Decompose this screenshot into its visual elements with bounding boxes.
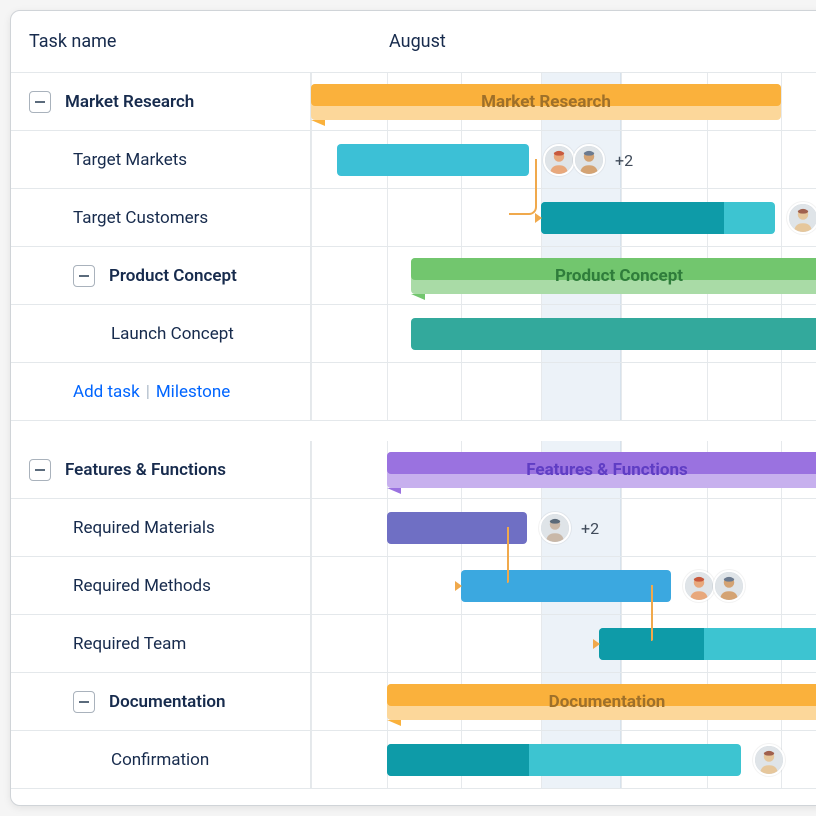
row-label-cell[interactable]: Confirmation [11, 731, 311, 788]
task-row-req-methods: Required Methods [11, 557, 816, 615]
dependency-arrow-icon [593, 639, 600, 649]
timeline-cell[interactable]: Market Research [311, 73, 816, 130]
task-bar-target-markets[interactable] [337, 144, 529, 176]
row-label: Target Customers [73, 208, 208, 228]
row-label: Market Research [65, 92, 194, 112]
collapse-toggle[interactable] [73, 265, 95, 287]
task-bar-req-methods[interactable] [461, 570, 671, 602]
add-milestone-label[interactable]: Milestone [156, 382, 230, 402]
avatar[interactable] [683, 570, 715, 602]
avatar[interactable] [787, 202, 816, 234]
assignee-avatars[interactable] [683, 570, 745, 602]
task-row-req-team: Required Team [11, 615, 816, 673]
task-bar-req-materials[interactable] [387, 512, 527, 544]
assignee-avatars[interactable]: +2 [539, 512, 599, 544]
task-row-req-materials: Required Materials +2 [11, 499, 816, 557]
assignee-avatars[interactable] [753, 744, 785, 776]
dependency-arrow-icon [455, 581, 462, 591]
row-label-cell[interactable]: Add task | Milestone [11, 363, 311, 420]
row-label: Required Materials [73, 518, 215, 538]
task-bar-confirmation[interactable] [387, 744, 741, 776]
timeline-cell[interactable]: Product Concept [311, 247, 816, 304]
timeline-cell[interactable]: +2 [311, 499, 816, 556]
avatar[interactable] [543, 144, 575, 176]
task-row-target-markets: Target Markets +2 [11, 131, 816, 189]
row-label-cell[interactable]: Launch Concept [11, 305, 311, 362]
add-row: Add task | Milestone [11, 363, 816, 421]
row-label-cell[interactable]: Product Concept [11, 247, 311, 304]
dependency-connector [507, 527, 509, 583]
dependency-arrow-icon [535, 213, 542, 223]
summary-bar-documentation[interactable]: Documentation [387, 684, 816, 720]
collapse-toggle[interactable] [29, 459, 51, 481]
summary-bar-market-research[interactable]: Market Research [311, 84, 781, 120]
timeline-cell[interactable]: Features & Functions [311, 441, 816, 498]
timeline-cell[interactable] [311, 615, 816, 672]
timeline-cell[interactable] [311, 731, 816, 788]
task-row-product-concept: Product Concept Product Concept [11, 247, 816, 305]
row-label: Features & Functions [65, 460, 226, 480]
row-label: Launch Concept [111, 324, 234, 344]
timeline-cell[interactable] [311, 305, 816, 362]
row-label-cell[interactable]: Features & Functions [11, 441, 311, 498]
summary-bar-label: Market Research [481, 92, 611, 112]
task-bar-req-team[interactable] [599, 628, 816, 660]
row-label: Required Methods [73, 576, 211, 596]
timeline-cell[interactable] [311, 557, 816, 614]
row-label-cell[interactable]: Required Methods [11, 557, 311, 614]
gantt-chart: Task name August Market ResearchMarket R… [10, 10, 816, 806]
summary-bar-product-concept[interactable]: Product Concept [411, 258, 816, 294]
task-row-confirmation: Confirmation [11, 731, 816, 789]
gantt-body: Market Research Market Research Target Mar… [11, 73, 816, 789]
separator: | [146, 382, 150, 402]
progress-fill [541, 202, 724, 234]
task-row-launch-concept: Launch Concept [11, 305, 816, 363]
summary-bar-label: Documentation [549, 692, 666, 712]
row-label-cell[interactable]: Target Customers [11, 189, 311, 246]
gantt-header: Task name August [11, 11, 816, 73]
task-row-features: Features & Functions Features & Functions [11, 441, 816, 499]
task-bar-target-customers[interactable] [541, 202, 775, 234]
assignee-avatars[interactable] [787, 202, 816, 234]
task-row-documentation: Documentation Documentation [11, 673, 816, 731]
task-row-market-research: Market Research Market Research [11, 73, 816, 131]
row-label: Documentation [109, 692, 226, 712]
collapse-toggle[interactable] [73, 691, 95, 713]
column-header-task: Task name [11, 11, 311, 72]
avatar[interactable] [539, 512, 571, 544]
row-label-cell[interactable]: Documentation [11, 673, 311, 730]
dependency-connector [509, 159, 537, 215]
timeline-cell[interactable]: Documentation [311, 673, 816, 730]
summary-bar-label: Features & Functions [526, 460, 687, 480]
timeline-cell[interactable] [311, 363, 816, 420]
collapse-toggle[interactable] [29, 91, 51, 113]
timeline-cell[interactable] [311, 189, 816, 246]
avatar[interactable] [713, 570, 745, 602]
row-label: Required Team [73, 634, 186, 654]
row-label-cell[interactable]: Required Materials [11, 499, 311, 556]
avatar[interactable] [753, 744, 785, 776]
add-task-link[interactable]: Add task | Milestone [73, 382, 230, 402]
progress-fill [387, 744, 529, 776]
row-label: Product Concept [109, 266, 237, 286]
column-header-month: August [311, 11, 816, 72]
task-row-target-customers: Target Customers [11, 189, 816, 247]
row-label: Confirmation [111, 750, 209, 770]
task-bar-launch-concept[interactable] [411, 318, 816, 350]
summary-bar-features[interactable]: Features & Functions [387, 452, 816, 488]
add-task-label[interactable]: Add task [73, 382, 140, 402]
timeline-cell[interactable]: +2 [311, 131, 816, 188]
avatar[interactable] [573, 144, 605, 176]
dependency-connector [651, 585, 653, 641]
row-label-cell[interactable]: Market Research [11, 73, 311, 130]
row-label-cell[interactable]: Required Team [11, 615, 311, 672]
summary-bar-label: Product Concept [555, 266, 683, 286]
row-label: Target Markets [73, 150, 187, 170]
avatar-overflow-count[interactable]: +2 [581, 519, 599, 538]
assignee-avatars[interactable]: +2 [543, 144, 633, 176]
spacer-row [11, 421, 816, 441]
row-label-cell[interactable]: Target Markets [11, 131, 311, 188]
avatar-overflow-count[interactable]: +2 [615, 151, 633, 170]
